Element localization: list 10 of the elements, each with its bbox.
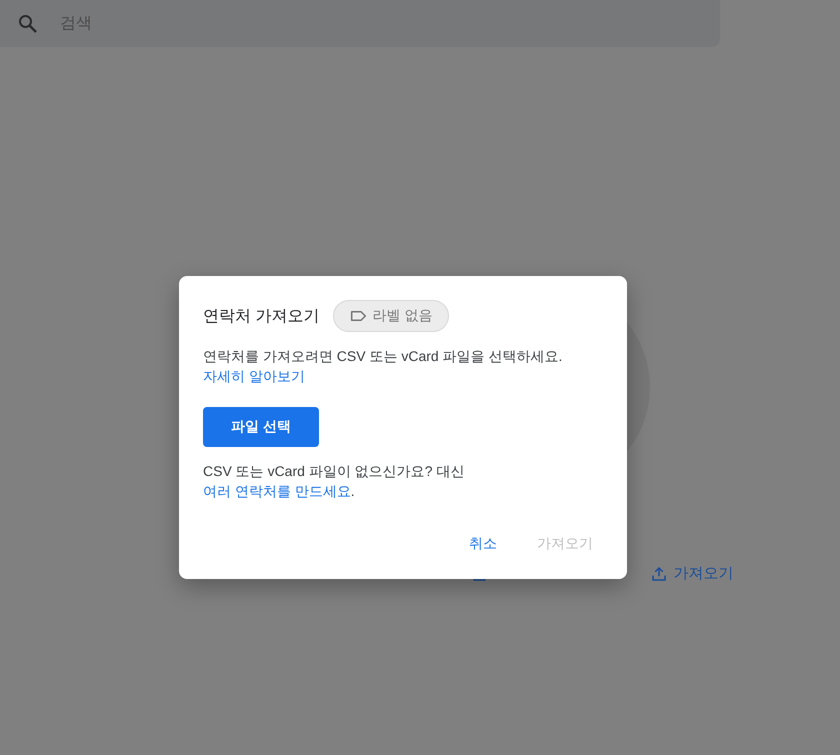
note-text: CSV 또는 vCard 파일이 없으신가요? 대신 여러 연락처를 만드세요.	[203, 462, 466, 501]
label-chip[interactable]: 라벨 없음	[333, 300, 450, 332]
learn-more-link[interactable]: 자세히 알아보기	[203, 366, 305, 386]
upload-icon	[650, 564, 668, 582]
create-contacts-link[interactable]: 여러 연락처를 만드세요	[203, 483, 351, 499]
description-text: 연락처를 가져오려면 CSV 또는 vCard 파일을 선택하세요.	[203, 347, 564, 366]
dialog-title: 연락처 가져오기	[203, 306, 320, 326]
dialog-button[interactable]: 취소	[459, 527, 507, 561]
choose-file-button[interactable]: 파일 선택	[203, 407, 319, 447]
label-icon	[350, 310, 368, 322]
